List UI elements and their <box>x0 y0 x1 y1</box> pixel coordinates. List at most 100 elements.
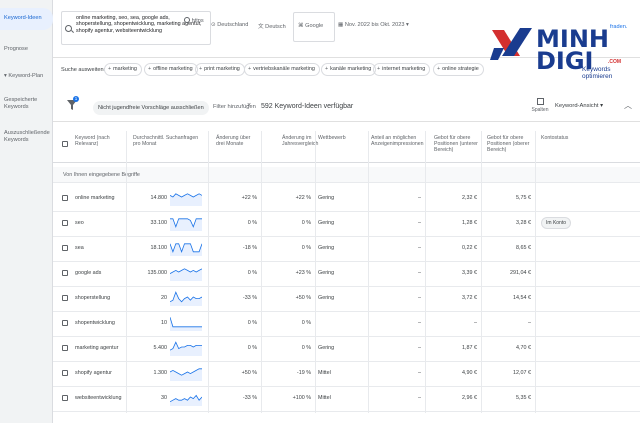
chip-broaden[interactable]: + online strategie <box>433 63 484 76</box>
change-yoy-cell: +22 % <box>295 195 311 201</box>
column-header-avg-searches[interactable]: Durchschnittl. Suchanfragen pro Monat <box>133 135 205 147</box>
sidebar-item-forecast[interactable]: Prognose <box>0 46 53 53</box>
chip-label: offline marketing <box>153 66 193 72</box>
columns-label: Spalten <box>531 107 549 113</box>
column-header-bid-low[interactable]: Gebot für obere Positionen (unterer Bere… <box>434 135 478 154</box>
change-yoy-cell: 0 % <box>301 320 311 326</box>
bid-high-cell: 8,65 € <box>516 245 531 251</box>
row-checkbox[interactable] <box>62 220 68 226</box>
plus-icon: + <box>248 66 252 72</box>
change-yoy-cell: +100 % <box>292 395 311 401</box>
chip-broaden[interactable]: + marketing <box>104 63 142 76</box>
column-header-bid-high[interactable]: Gebot für obere Positionen (oberer Berei… <box>487 135 533 154</box>
trend-sparkline <box>170 218 202 231</box>
table-row: seo 33.100 0 % 0 % Gering – 1,28 € 3,28 € Im Kon… <box>53 212 640 237</box>
competition-cell: Gering <box>318 245 335 251</box>
impression-share-cell: – <box>418 220 421 226</box>
table-row: google ads 135.000 0 % +23 % Gering – 3,39 € 29… <box>53 262 640 287</box>
column-divider <box>425 131 426 413</box>
group-label-row: Von Ihnen eingegebene Begriffe <box>53 167 640 183</box>
chip-broaden[interactable]: + kanäle marketing <box>321 63 377 76</box>
column-divider <box>481 131 482 413</box>
change-3m-cell: +50 % <box>241 370 257 376</box>
chip-broaden[interactable]: + print marketing <box>195 63 245 76</box>
competition-cell: Gering <box>318 270 335 276</box>
bid-high-cell: – <box>528 320 531 326</box>
row-checkbox[interactable] <box>62 295 68 301</box>
bid-low-cell: 4,90 € <box>462 370 477 376</box>
table-header: Keyword (nach Relevanz) Durchschnittl. S… <box>53 131 640 163</box>
table-row: shopentwicklung 10 0 % 0 % – – – <box>53 312 640 337</box>
location-pin-icon: ⊙ <box>211 22 216 28</box>
active-filter-chip[interactable]: Nicht jugendfreie Vorschläge ausschließe… <box>93 101 209 115</box>
column-header-change-yoy[interactable]: Änderung im Jahresvergleich <box>282 135 318 147</box>
keyword-view-select[interactable]: Keyword-Ansicht ▾ <box>555 103 603 109</box>
competition-cell: Gering <box>318 345 335 351</box>
website-url-text: https <box>191 18 204 24</box>
bid-high-cell: 4,70 € <box>516 345 531 351</box>
keyword-cell[interactable]: online marketing <box>75 195 115 201</box>
change-3m-cell: 0 % <box>247 320 257 326</box>
chip-label: vertriebskanäle marketing <box>253 66 315 72</box>
plus-icon: + <box>325 66 329 72</box>
keyword-cell[interactable]: google ads <box>75 270 101 276</box>
impression-share-cell: – <box>418 245 421 251</box>
add-filter-button[interactable]: Filter hinzufügen <box>213 104 256 110</box>
sidebar-item-negative-keywords[interactable]: Auszuschließende Keywords <box>0 130 50 144</box>
language-value: Deutsch <box>265 24 286 30</box>
bid-low-cell: 0,22 € <box>462 245 477 251</box>
change-3m-cell: 0 % <box>247 270 257 276</box>
row-checkbox[interactable] <box>62 195 68 201</box>
column-header-competition[interactable]: Wettbewerb <box>318 135 346 141</box>
plus-icon: + <box>437 66 441 72</box>
keyword-cell[interactable]: shopify agentur <box>75 370 112 376</box>
row-checkbox[interactable] <box>62 245 68 251</box>
keyword-cell[interactable]: shopentwicklung <box>75 320 115 326</box>
bid-low-cell: 3,72 € <box>462 295 477 301</box>
column-divider <box>208 131 209 413</box>
competition-cell: Mittel <box>318 370 331 376</box>
chip-broaden[interactable]: + vertriebskanäle marketing <box>244 63 320 76</box>
change-3m-cell: -33 % <box>242 395 257 401</box>
location-selector[interactable]: ⊙ Deutschland <box>211 22 248 28</box>
row-checkbox[interactable] <box>62 270 68 276</box>
select-all-checkbox[interactable] <box>62 141 68 147</box>
trend-sparkline <box>170 291 202 306</box>
sidebar: Keyword-Ideen Prognose ▾ Keyword-Plan Ge… <box>0 0 53 423</box>
sidebar-item-saved-keywords[interactable]: Gespeicherte Keywords <box>0 97 40 111</box>
row-checkbox[interactable] <box>62 345 68 351</box>
table-row: websiteentwicklung 30 -33 % +100 % Mittel – 2,… <box>53 387 640 412</box>
impression-share-cell: – <box>418 345 421 351</box>
chevron-up-icon[interactable]: ︿ <box>624 100 632 111</box>
impression-share-cell: – <box>418 320 421 326</box>
column-header-impression-share[interactable]: Anteil an möglichen Anzeigenimpressionen <box>371 135 423 147</box>
keyword-cell[interactable]: sea <box>75 245 84 251</box>
date-range-selector[interactable]: ▦ Nov. 2022 bis Okt. 2023 ▾ <box>338 22 409 28</box>
column-header-keyword[interactable]: Keyword (nach Relevanz) <box>75 135 125 147</box>
column-header-account-status[interactable]: Kontostatus <box>541 135 568 141</box>
row-checkbox[interactable] <box>62 370 68 376</box>
columns-button[interactable]: Spalten <box>530 98 550 113</box>
impression-share-cell: – <box>418 270 421 276</box>
sparkline-area <box>170 193 202 206</box>
impression-share-cell: – <box>418 370 421 376</box>
keyword-cell[interactable]: shoperstellung <box>75 295 110 301</box>
trend-sparkline <box>170 341 202 356</box>
search-icon <box>65 25 72 32</box>
language-selector[interactable]: 文 Deutsch <box>258 22 286 30</box>
trend-sparkline <box>170 268 202 281</box>
row-checkbox[interactable] <box>62 320 68 326</box>
column-header-change-3m[interactable]: Änderung über drei Monate <box>216 135 256 147</box>
chip-broaden[interactable]: + offline marketing <box>144 63 198 76</box>
keyword-cell[interactable]: websiteentwicklung <box>75 395 121 401</box>
sidebar-item-keyword-ideas[interactable]: Keyword-Ideen <box>0 8 53 30</box>
row-checkbox[interactable] <box>62 395 68 401</box>
competition-cell: Gering <box>318 220 335 226</box>
network-selector[interactable]: ⌘ Google <box>293 12 335 42</box>
sidebar-item-keyword-plan[interactable]: ▾ Keyword-Plan <box>0 73 53 80</box>
chip-broaden[interactable]: + internet marketing <box>373 63 431 76</box>
keyword-cell[interactable]: marketing agentur <box>75 345 118 351</box>
competition-cell: Gering <box>318 195 335 201</box>
website-url-hint[interactable]: https <box>184 17 204 24</box>
keyword-cell[interactable]: seo <box>75 220 84 226</box>
